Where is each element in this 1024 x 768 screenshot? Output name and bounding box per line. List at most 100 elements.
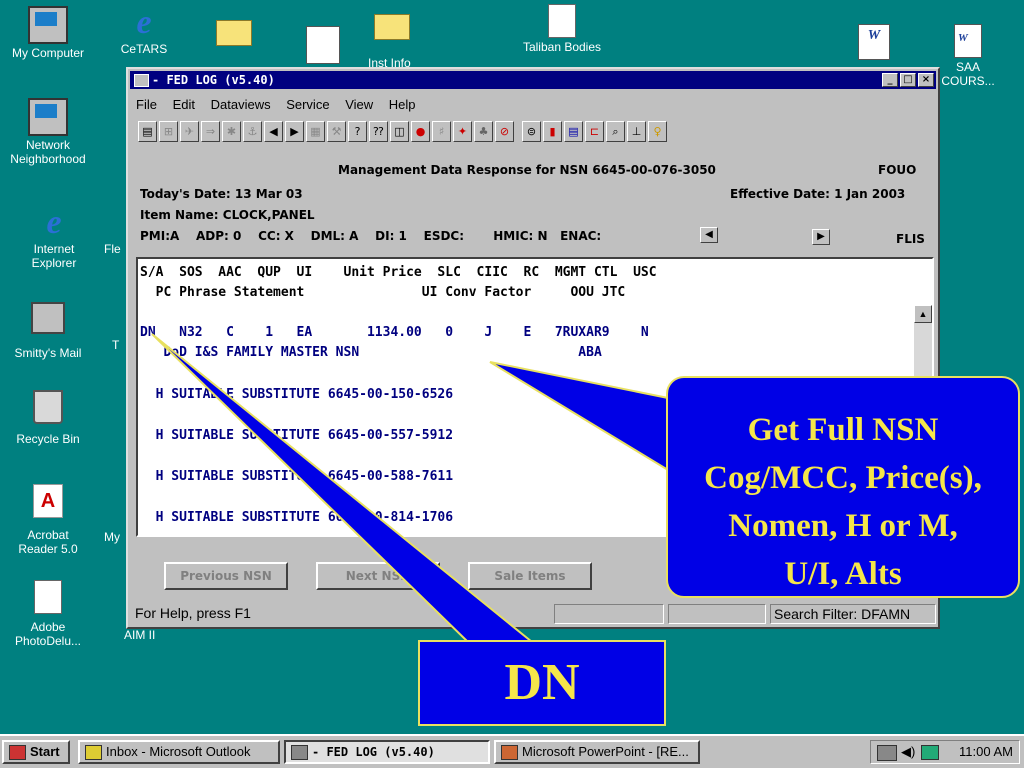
truck-tool-icon[interactable]: ⇒ bbox=[201, 121, 220, 142]
document-icon[interactable] bbox=[306, 26, 340, 64]
maximize-button[interactable]: □ bbox=[900, 73, 916, 87]
substitute-row[interactable]: H SUITABLE SUBSTITUTE 6645-00-150-6526 bbox=[140, 387, 453, 402]
folder-icon[interactable] bbox=[216, 20, 252, 46]
taskbar-item-fedlog[interactable]: - FED LOG (v5.40) bbox=[284, 740, 490, 764]
print-tool-icon[interactable]: ▤ bbox=[138, 121, 157, 142]
prev-arrow-icon[interactable]: ◀ bbox=[264, 121, 283, 142]
table-header-2: PC Phrase Statement UI Conv Factor OOU J… bbox=[140, 285, 626, 300]
table-row[interactable]: DN N32 C 1 EA 1134.00 0 J E 7RUXAR9 N bbox=[140, 325, 649, 340]
menu-help[interactable]: Help bbox=[389, 97, 416, 112]
search-tool-icon[interactable]: ⌕ bbox=[606, 121, 625, 142]
desktop-icon-label: Smitty's Mail bbox=[14, 346, 82, 360]
status-field bbox=[554, 604, 664, 624]
tool-icon[interactable]: ♯ bbox=[432, 121, 451, 142]
desktop-icon-ie[interactable]: e Internet Explorer bbox=[6, 204, 102, 271]
callout-line: Get Full NSN bbox=[747, 412, 939, 448]
context-help-icon[interactable]: ⁇ bbox=[369, 121, 388, 142]
stop-tool-icon[interactable]: ⊘ bbox=[495, 121, 514, 142]
response-title: Management Data Response for NSN 6645-00… bbox=[338, 163, 716, 177]
taskbar-item-label: Inbox - Microsoft Outlook bbox=[106, 744, 251, 759]
menu-service[interactable]: Service bbox=[286, 97, 329, 112]
close-button[interactable]: × bbox=[918, 73, 934, 87]
plane-tool-icon[interactable]: ✈ bbox=[180, 121, 199, 142]
desktop-icon-photodeluxe[interactable]: Adobe PhotoDelu... bbox=[0, 580, 96, 648]
folder-icon[interactable] bbox=[374, 14, 410, 40]
taskbar-item-powerpoint[interactable]: Microsoft PowerPoint - [RE... bbox=[494, 740, 700, 764]
car-tool-icon[interactable]: ⊜ bbox=[522, 121, 541, 142]
help-tool-icon[interactable]: ? bbox=[348, 121, 367, 142]
taskbar: Start Inbox - Microsoft Outlook - FED LO… bbox=[0, 734, 1024, 768]
list-tool-icon[interactable]: ▤ bbox=[564, 121, 583, 142]
wrench-tool-icon[interactable]: ⚒ bbox=[327, 121, 346, 142]
start-button[interactable]: Start bbox=[2, 740, 70, 764]
desktop-icon-network[interactable]: Network Neighborhood bbox=[0, 98, 96, 166]
menu-file[interactable]: File bbox=[136, 97, 157, 112]
computer-icon bbox=[28, 6, 68, 44]
substitute-row[interactable]: H SUITABLE SUBSTITUTE 6645-00-814-1706 bbox=[140, 510, 453, 525]
desktop-partial-label: AIM II bbox=[124, 628, 156, 642]
window-titlebar[interactable]: - FED LOG (v5.40) _ □ × bbox=[130, 71, 936, 89]
pin-tool-icon[interactable]: ♣ bbox=[474, 121, 493, 142]
gear-tool-icon[interactable]: ✱ bbox=[222, 121, 241, 142]
tray-monitor-icon[interactable] bbox=[921, 745, 939, 760]
scroll-up-arrow-icon[interactable]: ▲ bbox=[914, 305, 932, 323]
callout-dn: DN bbox=[418, 640, 666, 726]
chart-tool-icon[interactable]: ▮ bbox=[543, 121, 562, 142]
callout-line: Nomen, H or M, bbox=[728, 508, 958, 544]
substitute-row[interactable]: H SUITABLE SUBSTITUTE 6645-00-588-7611 bbox=[140, 469, 453, 484]
callout-dn-text: DN bbox=[504, 654, 580, 711]
ie-icon: e bbox=[46, 204, 62, 241]
codes-line: PMI:A ADP: 0 CC: X DML: A DI: 1 ESDC: HM… bbox=[140, 229, 602, 243]
menu-edit[interactable]: Edit bbox=[173, 97, 195, 112]
desktop-icon-label: Network Neighborhood bbox=[10, 138, 86, 166]
taskbar-item-outlook[interactable]: Inbox - Microsoft Outlook bbox=[78, 740, 280, 764]
next-nsn-button[interactable]: Next NSN bbox=[316, 562, 440, 590]
desktop-partial-label: Fle bbox=[104, 242, 121, 256]
grid-tool-icon[interactable]: ▦ bbox=[306, 121, 325, 142]
desktop-icon-label: Recycle Bin bbox=[16, 432, 80, 446]
desktop-icon-recycle-bin[interactable]: Recycle Bin bbox=[0, 390, 96, 446]
apple-tool-icon[interactable]: ● bbox=[411, 121, 430, 142]
window-tool-icon[interactable]: ◫ bbox=[390, 121, 409, 142]
next-arrow-icon[interactable]: ▶ bbox=[285, 121, 304, 142]
volume-icon[interactable]: ◀) bbox=[901, 741, 915, 763]
status-help: For Help, press F1 bbox=[135, 605, 251, 621]
desktop-icon-acrobat[interactable]: A Acrobat Reader 5.0 bbox=[0, 484, 96, 556]
desktop-icon-cetars[interactable]: e CeTARS bbox=[96, 4, 192, 57]
substitute-row[interactable]: H SUITABLE SUBSTITUTE 6645-00-557-5912 bbox=[140, 428, 453, 443]
callout-main: Get Full NSN Cog/MCC, Price(s), Nomen, H… bbox=[666, 376, 1020, 598]
photodeluxe-icon bbox=[34, 580, 62, 614]
word-doc-icon[interactable]: W bbox=[858, 24, 890, 60]
tool-icon[interactable]: ⊥ bbox=[627, 121, 646, 142]
table-header-1: S/A SOS AAC QUP UI Unit Price SLC CIIC R… bbox=[140, 265, 657, 280]
minimize-button[interactable]: _ bbox=[882, 73, 898, 87]
image-file-icon bbox=[548, 4, 576, 38]
cart-tool-icon[interactable]: ⊏ bbox=[585, 121, 604, 142]
word-doc-icon: W bbox=[954, 24, 982, 58]
anchor-tool-icon[interactable]: ⚓ bbox=[243, 121, 262, 142]
windows-logo-icon bbox=[9, 745, 26, 760]
desktop-icon-saa-cours[interactable]: W SAA COURS... bbox=[938, 24, 998, 88]
todays-date: Today's Date: 13 Mar 03 bbox=[140, 187, 303, 201]
app-icon[interactable] bbox=[134, 74, 149, 87]
previous-nsn-button[interactable]: Previous NSN bbox=[164, 562, 288, 590]
sale-items-button[interactable]: Sale Items bbox=[468, 562, 592, 590]
desktop-icon-label: SAA COURS... bbox=[941, 60, 995, 88]
menu-dataviews[interactable]: Dataviews bbox=[211, 97, 271, 112]
desktop-icon-smittys-mail[interactable]: Smitty's Mail bbox=[0, 302, 96, 360]
bulb-tool-icon[interactable]: ♀ bbox=[648, 121, 667, 142]
table-row-phrase: DoD I&S FAMILY MASTER NSN ABA bbox=[140, 345, 602, 360]
fouo-label: FOUO bbox=[878, 163, 917, 177]
desktop-icon-taliban-bodies[interactable]: Taliban Bodies bbox=[514, 4, 610, 54]
desktop-icon-label: Acrobat Reader 5.0 bbox=[18, 528, 78, 556]
tool-icon[interactable]: ⊞ bbox=[159, 121, 178, 142]
enac-prev-button[interactable]: ◀ bbox=[700, 227, 718, 243]
desktop-icon-my-computer[interactable]: My Computer bbox=[0, 6, 96, 60]
tray-network-icon[interactable] bbox=[877, 745, 897, 761]
enac-next-button[interactable]: ▶ bbox=[812, 229, 830, 245]
tool-icon[interactable]: ✦ bbox=[453, 121, 472, 142]
menu-view[interactable]: View bbox=[345, 97, 373, 112]
ie-shortcut-icon: e bbox=[136, 4, 152, 41]
flis-label: FLIS bbox=[896, 232, 925, 246]
callout-line: Cog/MCC, Price(s), bbox=[704, 460, 982, 496]
